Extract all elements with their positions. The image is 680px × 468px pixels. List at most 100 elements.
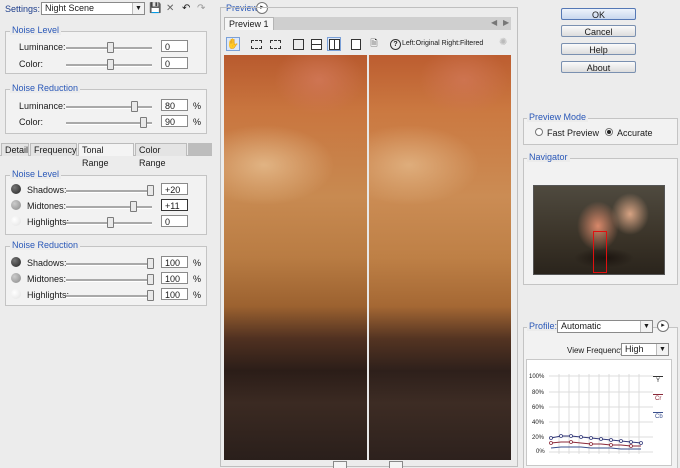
split-vertical-icon[interactable] [327, 37, 341, 51]
nr-luminance-slider-thumb[interactable] [131, 101, 138, 112]
y-tick-label: 60% [532, 405, 545, 411]
percent-label: % [193, 117, 202, 127]
chevron-down-icon: ▼ [640, 321, 652, 332]
tab-detail[interactable]: Detail [1, 143, 29, 156]
luminance-input[interactable]: 0 [161, 40, 188, 52]
redo-icon[interactable]: ↷ [197, 3, 205, 14]
save-preset-icon[interactable]: 💾 [149, 3, 161, 14]
profile-menu-icon[interactable]: ▸ [657, 320, 669, 332]
noise-reduction-group [5, 89, 207, 134]
preview-filtered-image[interactable] [369, 55, 511, 460]
midtones-label: Midtones: [27, 201, 67, 211]
nr-midtones-slider[interactable] [66, 279, 152, 282]
help-button[interactable]: Help [561, 43, 636, 55]
fast-preview-label: Fast Preview [547, 128, 600, 138]
noise-level-title: Noise Level [10, 25, 62, 35]
single-view-icon[interactable] [291, 37, 305, 51]
nr-luminance-slider[interactable] [66, 106, 152, 109]
color-input[interactable]: 0 [161, 57, 188, 69]
luminance-label: Luminance: [19, 42, 66, 52]
legend-cr: Cr [655, 396, 662, 402]
nr-shadows-label: Shadows: [27, 258, 67, 268]
shadows-icon [11, 257, 21, 267]
select-tool-icon[interactable] [249, 37, 263, 51]
luminance-slider-thumb[interactable] [107, 42, 114, 53]
navigator-thumbnail[interactable] [533, 185, 665, 275]
nr-shadows-input[interactable]: 100 [161, 256, 188, 268]
shadows-slider-thumb[interactable] [147, 185, 154, 196]
preview-original-image[interactable] [224, 55, 367, 460]
nr-highlights-label: Highlights: [27, 290, 70, 300]
nr-midtones-label: Midtones: [27, 274, 67, 284]
chevron-down-icon: ▼ [656, 344, 668, 355]
split-horizontal-icon[interactable] [309, 37, 323, 51]
settings-label: Settings: [5, 4, 41, 14]
profile-label: Profile: [527, 321, 560, 331]
midtones-slider[interactable] [66, 206, 152, 209]
zoom-select-tool-icon[interactable] [268, 37, 282, 51]
compare-label: Left:Original Right:Filtered [402, 40, 484, 47]
save-preview-icon[interactable]: 🗎 [367, 37, 381, 51]
legend-cb: Cb [655, 414, 663, 420]
shadows-input[interactable]: +20 [161, 183, 188, 195]
nr-highlights-input[interactable]: 100 [161, 288, 188, 300]
percent-label: % [193, 290, 202, 300]
midtones-icon [11, 273, 21, 283]
delete-preset-icon[interactable]: ✕ [166, 3, 174, 14]
highlights-icon [11, 216, 21, 226]
accurate-radio[interactable] [605, 128, 613, 136]
cb-curve-swatch [653, 412, 663, 413]
help-icon[interactable]: ? [390, 39, 401, 50]
about-button[interactable]: About [561, 61, 636, 73]
nr-luminance-label: Luminance: [19, 101, 66, 111]
highlights-input[interactable]: 0 [161, 215, 188, 227]
navigator-viewport-box[interactable] [593, 231, 607, 273]
tab-scroll-right-icon[interactable]: ▶ [503, 18, 509, 27]
hand-tool-icon[interactable]: ✋ [226, 37, 240, 51]
tab-color-range[interactable]: Color Range [135, 143, 187, 168]
ok-button[interactable]: OK [561, 8, 636, 20]
accurate-label: Accurate [617, 128, 653, 138]
tab-frequency[interactable]: Frequency [30, 143, 77, 156]
nr-color-input[interactable]: 90 [161, 115, 188, 127]
nr-highlights-slider-thumb[interactable] [147, 290, 154, 301]
midtones-icon [11, 200, 21, 210]
percent-label: % [193, 274, 202, 284]
color-label: Color: [19, 59, 44, 69]
tab-preview-1[interactable]: Preview 1 [224, 17, 274, 30]
undo-icon[interactable]: ↶ [182, 3, 190, 14]
midtones-slider-thumb[interactable] [130, 201, 137, 212]
preview-mode-title: Preview Mode [527, 112, 589, 122]
y-tick-label: 20% [532, 435, 545, 441]
profile-graph: 100% 80% 60% 40% 20% 0% Y Cr Cb [526, 359, 672, 466]
nr-highlights-slider[interactable] [66, 295, 152, 298]
chevron-down-icon: ▼ [132, 3, 144, 14]
nr-luminance-input[interactable]: 80 [161, 99, 188, 111]
nr-shadows-slider-thumb[interactable] [147, 258, 154, 269]
color-slider-thumb[interactable] [107, 59, 114, 70]
nr-color-slider-thumb[interactable] [140, 117, 147, 128]
profile-select[interactable]: Automatic ▼ [557, 320, 653, 333]
shadows-slider[interactable] [66, 190, 152, 193]
midtones-input[interactable]: +11 [161, 199, 188, 211]
highlights-icon [11, 289, 21, 299]
profile-curves [549, 374, 653, 454]
cancel-button[interactable]: Cancel [561, 25, 636, 37]
preview-tab-strip [274, 17, 511, 30]
nr-color-label: Color: [19, 117, 44, 127]
tab-tonal-range[interactable]: Tonal Range [78, 143, 134, 168]
view-frequency-select[interactable]: High ▼ [621, 343, 669, 356]
settings-preset-select[interactable]: Night Scene ▼ [41, 2, 145, 15]
new-preview-icon[interactable] [349, 37, 363, 51]
nr-midtones-input[interactable]: 100 [161, 272, 188, 284]
fast-preview-radio[interactable] [535, 128, 543, 136]
tab-strip-filler [188, 143, 212, 155]
highlights-slider-thumb[interactable] [107, 217, 114, 228]
nr-midtones-slider-thumb[interactable] [147, 274, 154, 285]
shadows-label: Shadows: [27, 185, 67, 195]
navigator-title: Navigator [527, 152, 570, 162]
nr-shadows-slider[interactable] [66, 263, 152, 266]
percent-label: % [193, 101, 202, 111]
y-tick-label: 0% [536, 449, 545, 455]
tab-scroll-left-icon[interactable]: ◀ [491, 18, 497, 27]
